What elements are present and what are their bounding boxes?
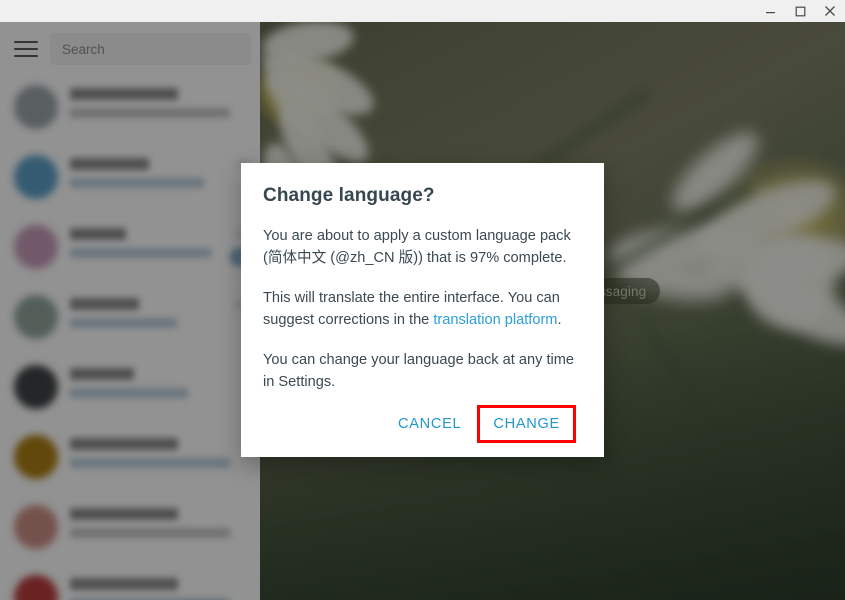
dialog-paragraph-1: You are about to apply a custom language… [263,228,571,266]
change-language-dialog: Change language? You are about to apply … [241,163,604,457]
dialog-title: Change language? [263,185,435,206]
dialog-body: You are about to apply a custom language… [263,225,582,407]
cancel-button[interactable]: CANCEL [384,407,475,441]
title-bar [0,0,845,22]
close-icon [825,6,835,16]
maximize-button[interactable] [785,0,815,22]
minimize-button[interactable] [755,0,785,22]
dialog-actions: CANCEL CHANGE [263,405,582,457]
dialog-paragraph-3: You can change your language back at any… [263,352,575,390]
minimize-icon [765,11,775,13]
translation-platform-link[interactable]: translation platform [433,312,557,328]
dialog-paragraph-2: This will translate the entire interface… [263,287,582,331]
application-window: messaging Search 1 Change language? You … [0,0,845,600]
dialog-paragraph-2-suffix: . [557,312,562,328]
maximize-icon [795,6,805,16]
change-button[interactable]: CHANGE [477,405,576,443]
close-button[interactable] [815,0,845,22]
